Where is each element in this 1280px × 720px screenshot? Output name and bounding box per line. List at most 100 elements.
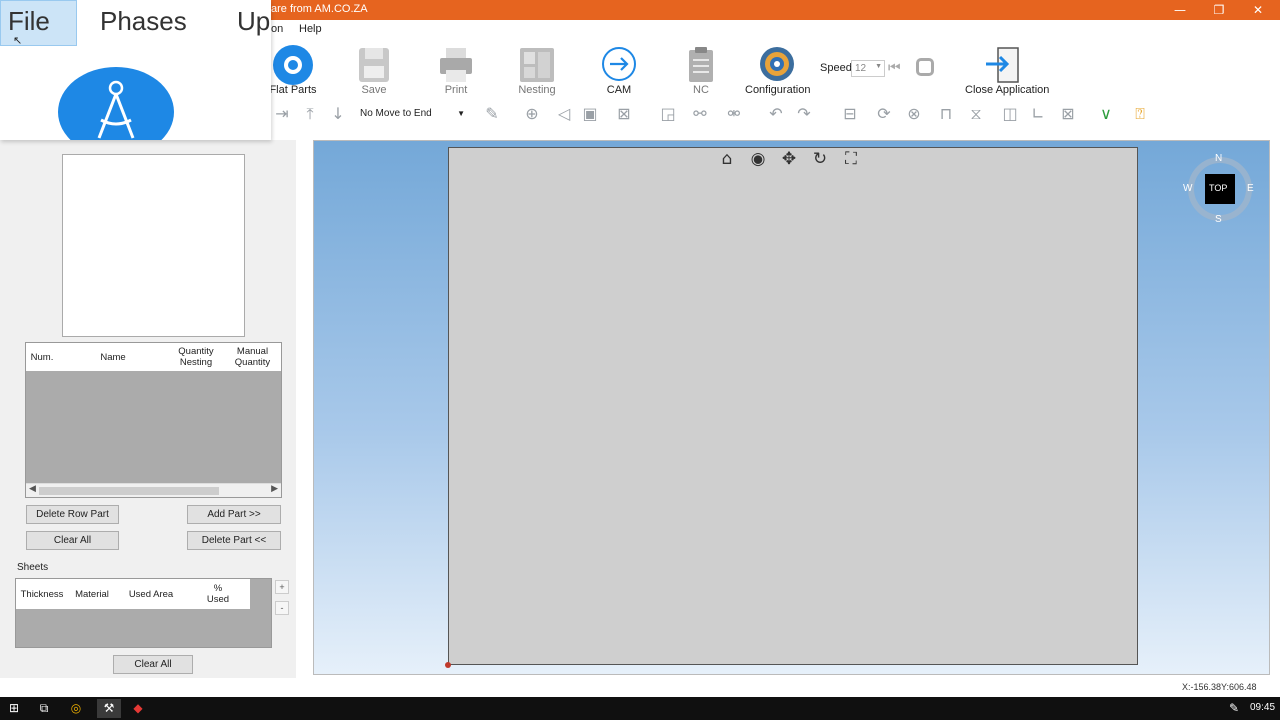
orbit-icon[interactable]: ◉	[747, 148, 769, 170]
add-circle-icon[interactable]: ⊕	[522, 104, 542, 124]
scroll-right-icon[interactable]: ▶	[271, 484, 278, 494]
add-sheet-button[interactable]: +	[275, 580, 289, 594]
frame-icon[interactable]: ▣	[580, 104, 600, 124]
undo-icon[interactable]: ↶	[766, 104, 786, 124]
cam-button[interactable]: CAM	[587, 42, 651, 98]
pencil-icon[interactable]: ✎	[482, 104, 502, 124]
task-view-icon[interactable]: ⧉	[34, 699, 54, 718]
rotate-view-icon[interactable]: ↻	[809, 148, 831, 170]
nesting-label: Nesting	[518, 84, 556, 96]
clear-all-button[interactable]: Clear All	[26, 531, 119, 550]
sheet-area[interactable]	[445, 147, 1138, 668]
print-label: Print	[444, 84, 468, 96]
remove-sheet-button[interactable]: -	[275, 601, 289, 615]
connect-icon[interactable]: ⚯	[690, 104, 710, 124]
app-taskbar-icon[interactable]: ⚒	[97, 699, 121, 718]
mirror-icon[interactable]: ⧖	[966, 104, 986, 124]
stop-icon[interactable]	[916, 58, 934, 76]
view-cube-face[interactable]: TOP	[1209, 183, 1227, 193]
menu-item-partial[interactable]: on	[271, 23, 283, 35]
add-part-button[interactable]: Add Part >>	[187, 505, 281, 524]
move-mode-select[interactable]: No Move to End ▼	[356, 104, 468, 123]
minimize-button[interactable]: —	[1161, 0, 1199, 20]
arrow-right-circle-icon	[602, 47, 636, 81]
branch-icon[interactable]: ⚮	[724, 104, 744, 124]
restore-button[interactable]: ❐	[1200, 0, 1238, 20]
column-header[interactable]: % Used	[186, 579, 250, 609]
rotate-icon[interactable]: ⟳	[874, 104, 894, 124]
triangle-icon[interactable]: ◁	[554, 104, 574, 124]
redo-icon[interactable]: ↷	[794, 104, 814, 124]
corner-icon[interactable]: ◲	[658, 104, 678, 124]
speed-select[interactable]: 12 ▼	[851, 60, 885, 77]
chevron-down-icon: ▼	[875, 63, 882, 70]
angle-icon[interactable]: ∟	[1028, 104, 1048, 124]
compass-south: S	[1215, 214, 1222, 225]
save-button[interactable]: Save	[342, 42, 406, 98]
phases-menu-label[interactable]: Phases	[100, 6, 187, 37]
print-button[interactable]: Print	[424, 42, 488, 98]
column-header[interactable]: Manual Quantity	[224, 343, 281, 371]
column-header[interactable]: Thickness	[16, 579, 68, 609]
printer-icon	[440, 48, 472, 82]
close-window-button[interactable]: ✕	[1239, 0, 1277, 20]
scroll-left-icon[interactable]: ◀	[29, 484, 36, 494]
column-header[interactable]: Used Area	[116, 579, 186, 609]
column-header[interactable]: Num.	[26, 343, 58, 371]
parts-table-header: Num. Name Quantity Nesting Manual Quanti…	[26, 343, 281, 371]
close-application-button[interactable]: Close Application	[965, 42, 1050, 98]
nc-grid-icon[interactable]: ⊠	[614, 104, 634, 124]
clock: 09:45	[1250, 702, 1276, 713]
nesting-icon	[520, 48, 554, 82]
cursor-coordinates: X:-156.38Y:606.48	[1182, 682, 1257, 692]
move-end-icon[interactable]: ⇥	[272, 104, 292, 124]
compass-west: W	[1183, 183, 1193, 194]
nc-label: NC	[693, 84, 709, 96]
nc-button[interactable]: NC	[669, 42, 733, 98]
speed-label: Speed	[820, 62, 852, 74]
skip-back-icon[interactable]: ⏮	[888, 60, 901, 76]
view-cube[interactable]: TOP N S E W	[1183, 153, 1255, 225]
align-icon[interactable]: ⊟	[840, 104, 860, 124]
menu-item-help[interactable]: Help	[299, 23, 322, 35]
move-down-icon[interactable]: ↓	[328, 104, 348, 124]
configuration-button[interactable]: Configuration	[745, 42, 810, 98]
speed-value: 12	[855, 63, 867, 74]
file-menu-label[interactable]: File	[8, 6, 50, 37]
cross-box-icon[interactable]: ⊠	[1058, 104, 1078, 124]
move-top-icon[interactable]: ⤒	[300, 104, 320, 124]
horizontal-scrollbar[interactable]: ◀ ▶	[26, 483, 281, 497]
scroll-thumb[interactable]	[39, 487, 219, 495]
sheets-label: Sheets	[17, 562, 49, 573]
compass-east: E	[1247, 183, 1254, 194]
window-icon[interactable]: ◫	[1000, 104, 1020, 124]
move-mode-value: No Move to End	[360, 108, 432, 119]
app-logo-icon	[57, 64, 175, 140]
delete-part-button[interactable]: Delete Part <<	[187, 531, 281, 550]
partial-menu-label[interactable]: Up	[237, 6, 270, 37]
close-application-label: Close Application	[965, 84, 1050, 96]
recorder-icon[interactable]: ◆	[128, 699, 148, 718]
delete-cross-icon[interactable]: ⊗	[904, 104, 924, 124]
nesting-button[interactable]: Nesting	[505, 42, 569, 98]
floppy-disk-icon	[359, 48, 389, 82]
fullscreen-icon[interactable]: ⛶	[840, 148, 862, 170]
parts-table[interactable]: Num. Name Quantity Nesting Manual Quanti…	[25, 342, 282, 498]
column-header[interactable]: Material	[68, 579, 116, 609]
sheets-table[interactable]: Thickness Material Used Area % Used	[15, 578, 272, 648]
column-header[interactable]: Name	[58, 343, 168, 371]
pan-icon[interactable]: ✥	[778, 148, 800, 170]
bracket-icon[interactable]: ⊓	[936, 104, 956, 124]
part-preview	[62, 154, 245, 337]
left-panel: Num. Name Quantity Nesting Manual Quanti…	[0, 140, 296, 678]
clear-all-sheets-button[interactable]: Clear All	[113, 655, 193, 674]
pen-icon[interactable]: ✎	[1224, 699, 1244, 718]
home-icon[interactable]: ⌂	[716, 148, 738, 170]
chrome-icon[interactable]: ◎	[66, 699, 86, 718]
delete-row-part-button[interactable]: Delete Row Part	[26, 505, 119, 524]
windows-start-icon[interactable]: ⊞	[4, 699, 24, 718]
column-header[interactable]: Quantity Nesting	[168, 343, 224, 371]
cam-label: CAM	[606, 84, 632, 96]
vector-icon[interactable]: ∨	[1096, 104, 1116, 124]
help-tool-icon[interactable]: ⍰	[1130, 104, 1150, 124]
